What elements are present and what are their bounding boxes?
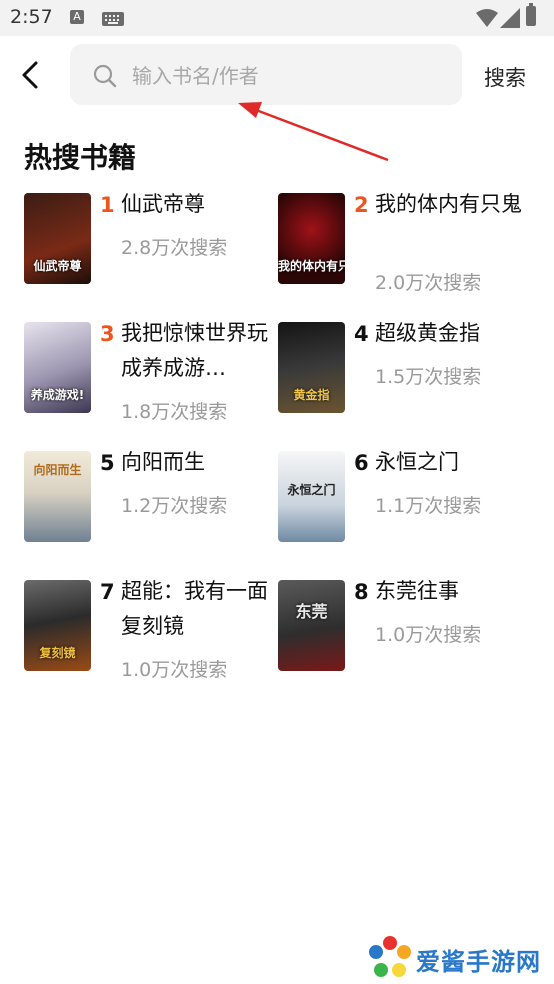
book-title: 永恒之门	[375, 450, 459, 474]
book-cover: 永恒之门	[278, 451, 345, 542]
cover-title: 养成游戏!	[30, 388, 85, 402]
book-cover: 养成游戏!	[24, 322, 91, 413]
book-item[interactable]: 东莞 8 东莞往事 1.0万次搜索	[278, 579, 528, 690]
back-arrow-icon[interactable]	[14, 58, 48, 92]
book-item[interactable]: 仙武帝尊 1 仙武帝尊 2.8万次搜索	[24, 192, 274, 303]
book-item[interactable]: 黄金指 4 超级黄金指 1.5万次搜索	[278, 321, 528, 432]
book-rank: 7	[100, 580, 115, 604]
book-title: 超能：我有一面复刻镜	[121, 579, 268, 638]
search-count: 1.0万次搜索	[121, 659, 228, 681]
book-rank: 8	[354, 580, 369, 604]
book-cover: 向阳而生	[24, 451, 91, 542]
book-item[interactable]: 复刻镜 7 超能：我有一面复刻镜 1.0万次搜索	[24, 579, 274, 690]
cover-title: 我的体内有只鬼	[278, 259, 345, 273]
search-count: 1.1万次搜索	[375, 495, 482, 517]
book-title: 超级黄金指	[375, 321, 480, 345]
cover-title: 永恒之门	[287, 483, 336, 497]
search-count: 1.8万次搜索	[121, 401, 228, 423]
book-item[interactable]: 永恒之门 6 永恒之门 1.1万次搜索	[278, 450, 528, 561]
watermark: 爱酱手游网	[364, 932, 554, 984]
pinwheel-logo-icon	[369, 936, 411, 977]
notification-a-icon: A	[70, 10, 84, 24]
book-cover: 东莞	[278, 580, 345, 671]
status-time: 2:57	[10, 6, 53, 28]
hot-books-title: 热搜书籍	[24, 141, 137, 174]
watermark-text: 爱酱手游网	[416, 948, 541, 976]
book-rank: 4	[354, 322, 369, 346]
book-title: 我的体内有只鬼	[375, 192, 522, 216]
book-rank: 2	[354, 193, 369, 217]
status-bar: 2:57 A	[0, 0, 554, 36]
search-button[interactable]: 搜索	[484, 62, 526, 92]
book-title: 东莞往事	[375, 579, 459, 603]
cover-title: 向阳而生	[33, 463, 82, 477]
book-title: 我把惊悚世界玩成养成游…	[121, 321, 268, 380]
search-icon	[93, 64, 117, 88]
book-rank: 1	[100, 193, 115, 217]
search-count: 2.0万次搜索	[375, 272, 482, 294]
cover-title: 黄金指	[293, 388, 330, 402]
book-rank: 5	[100, 451, 115, 475]
book-title: 向阳而生	[121, 450, 205, 474]
book-rank: 6	[354, 451, 369, 475]
book-cover: 复刻镜	[24, 580, 91, 671]
cover-title: 复刻镜	[39, 646, 76, 660]
book-item[interactable]: 向阳而生 5 向阳而生 1.2万次搜索	[24, 450, 274, 561]
book-item[interactable]: 养成游戏! 3 我把惊悚世界玩成养成游… 1.8万次搜索	[24, 321, 274, 432]
search-count: 1.2万次搜索	[121, 495, 228, 517]
search-count: 2.8万次搜索	[121, 237, 228, 259]
book-cover: 我的体内有只鬼	[278, 193, 345, 284]
search-count: 1.5万次搜索	[375, 366, 482, 388]
search-count: 1.0万次搜索	[375, 624, 482, 646]
battery-icon	[526, 3, 536, 26]
cover-title: 仙武帝尊	[33, 259, 82, 273]
cell-signal-icon	[500, 8, 520, 28]
keyboard-icon	[102, 12, 124, 26]
book-item[interactable]: 我的体内有只鬼 2 我的体内有只鬼 2.0万次搜索	[278, 192, 528, 303]
search-input[interactable]	[130, 58, 444, 94]
book-cover: 仙武帝尊	[24, 193, 91, 284]
book-cover: 黄金指	[278, 322, 345, 413]
search-box[interactable]	[70, 44, 462, 105]
book-title: 仙武帝尊	[121, 192, 205, 216]
wifi-icon	[476, 9, 498, 27]
cover-title: 东莞	[295, 602, 328, 621]
book-rank: 3	[100, 322, 115, 346]
